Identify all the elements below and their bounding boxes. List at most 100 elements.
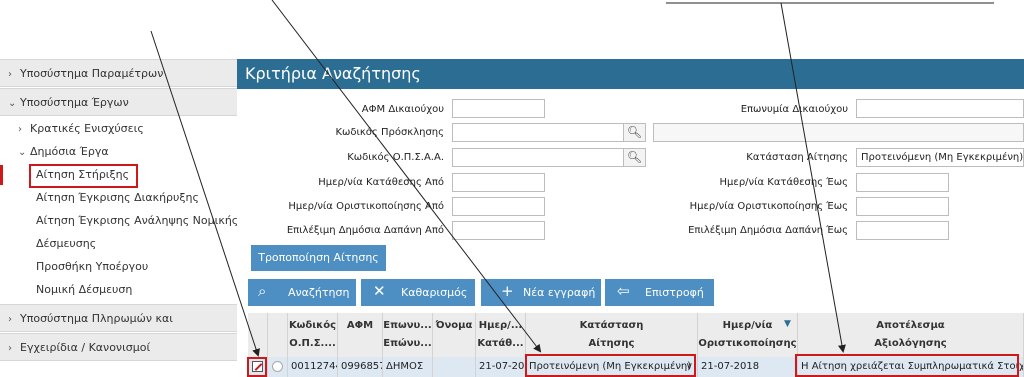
submit-date-from-input[interactable]	[452, 173, 545, 192]
table-header-select	[268, 313, 288, 357]
highlight-box	[29, 164, 138, 188]
row-select-cell[interactable]	[268, 357, 288, 377]
sidebar-item-label: Εγχειρίδια / Κανονισμοί	[20, 341, 151, 354]
search-button-label: Αναζήτηση	[288, 286, 350, 299]
chevron-right-icon: ›	[18, 124, 22, 135]
chevron-down-icon: ⌄	[18, 147, 27, 158]
header-line-2: Ο.Π.Σ....	[289, 338, 336, 349]
status-select[interactable]: Προτεινόμενη (Μη Εγκεκριμένη)	[856, 148, 1024, 167]
sidebar-item-label: Νομική Δέσμευση	[36, 283, 133, 296]
table-header-result[interactable]: Αποτέλεσμα Αξιολόγησης	[798, 313, 1024, 357]
highlight-box	[247, 357, 267, 377]
submit-date-from-label: Ημερ/νία Κατάθεσης Από	[318, 177, 444, 188]
beneficiary-name-input[interactable]	[856, 99, 1024, 118]
header-line-1: ΑΦΜ	[346, 320, 374, 331]
new-record-button-label: Νέα εγγραφή	[523, 286, 596, 299]
highlight-box	[525, 354, 696, 377]
eligible-spend-from-input[interactable]	[452, 221, 545, 240]
table-header-name[interactable]: Όνομα	[433, 313, 476, 357]
sidebar-item-public-works[interactable]: ⌄ Δημόσια Έργα	[0, 140, 237, 163]
sidebar-item-label: Δημόσια Έργα	[30, 145, 109, 158]
final-date-from-label: Ημερ/νία Οριστικοποίησης Από	[288, 201, 444, 212]
sidebar-item-label: Δέσμευσης	[36, 237, 97, 250]
header-line-2: Αξιολόγησης	[874, 338, 947, 349]
chevron-right-icon: ›	[8, 343, 12, 354]
sidebar-item-state-aid[interactable]: › Κρατικές Ενισχύσεις	[0, 117, 237, 140]
call-code-label: Κωδικός Πρόσκλησης	[335, 127, 444, 138]
call-code-input[interactable]	[452, 123, 624, 142]
table-header-code[interactable]: Κωδικός Ο.Π.Σ....	[288, 313, 338, 357]
table-header-status[interactable]: Κατάσταση Αίτησης	[526, 313, 698, 357]
header-line-2: Αίτησης	[588, 338, 635, 349]
header-line-1: Ημερ/νία	[722, 320, 773, 331]
header-line-1: Επωνυ...	[383, 320, 432, 331]
back-button-label: Επιστροφή	[645, 286, 704, 299]
cell-code: 00112744	[288, 357, 338, 377]
plus-icon: +	[501, 282, 514, 300]
call-name-readonly	[653, 123, 1024, 142]
beneficiary-name-label: Επωνυμία Δικαιούχου	[740, 104, 848, 115]
header-line-1: Κατάσταση	[579, 320, 644, 331]
header-line-1: Ημερ/...	[478, 320, 523, 331]
cell-afm: 09968571	[338, 357, 383, 377]
eligible-spend-to-input[interactable]	[856, 221, 949, 240]
sidebar-item-legal-commitment-approval[interactable]: Αίτηση Έγκρισης Ανάληψης Νομικής	[0, 209, 237, 232]
search-icon: 🔍︎	[626, 125, 643, 139]
new-record-button[interactable]: + Νέα εγγραφή	[481, 279, 601, 306]
eligible-spend-to-label: Επιλέξιμη Δημόσια Δαπάνη Έως	[688, 225, 848, 236]
search-icon: ⌕	[258, 282, 267, 300]
search-button[interactable]: ⌕ Αναζήτηση	[248, 279, 356, 306]
final-date-to-label: Ημερ/νία Οριστικοποίησης Έως	[689, 201, 848, 212]
sidebar-item-label: Κρατικές Ενισχύσεις	[30, 122, 144, 135]
table-header-final-date[interactable]: Ημερ/νία Οριστικοποίησης ▼	[698, 313, 798, 357]
sidebar-item-projects[interactable]: ⌄ Υποσύστημα Έργων	[0, 88, 237, 116]
opsaa-code-input[interactable]	[452, 148, 624, 167]
header-line-1: Όνομα	[435, 320, 473, 331]
table-header-submit-date[interactable]: Ημερ/... Κατάθ...	[476, 313, 526, 357]
sidebar-item-manuals[interactable]: › Εγχειρίδια / Κανονισμοί	[0, 333, 237, 361]
cell-submit-date: 21-07-2018	[476, 357, 526, 377]
sidebar-item-add-subproject[interactable]: Προσθήκη Υποέργου	[0, 255, 237, 278]
active-marker	[0, 165, 3, 185]
header-line-2: Επώνυ...	[383, 338, 432, 349]
afm-label: ΑΦΜ Δικαιούχου	[361, 104, 444, 115]
sidebar-item-parameters[interactable]: › Υποσύστημα Παραμέτρων	[0, 59, 237, 87]
sidebar-item-payments[interactable]: › Υποσύστημα Πληρωμών και	[0, 304, 237, 332]
final-date-from-input[interactable]	[452, 197, 545, 216]
clear-button-label: Καθαρισμός	[401, 286, 468, 299]
clear-button[interactable]: ✕ Καθαρισμός	[361, 279, 475, 306]
sort-desc-icon: ▼	[784, 319, 791, 329]
modify-application-button[interactable]: Τροποποίηση Αίτησης	[251, 245, 386, 271]
table-header-surname[interactable]: Επωνυ... Επώνυ...	[383, 313, 433, 357]
sidebar-item-label: Υποσύστημα Έργων	[20, 96, 129, 109]
chevron-right-icon: ›	[8, 69, 12, 80]
final-date-to-input[interactable]	[856, 197, 949, 216]
eligible-spend-from-label: Επιλέξιμη Δημόσια Δαπάνη Από	[286, 225, 444, 236]
close-icon: ✕	[373, 282, 386, 300]
chevron-right-icon: ›	[8, 314, 12, 325]
header-line-2: Οριστικοποίησης	[698, 338, 797, 349]
table-header-edit	[248, 313, 268, 357]
sidebar-item-label: Αίτηση Έγκρισης Διακήρυξης	[36, 191, 199, 204]
header-line-1: Κωδικός	[288, 320, 337, 331]
call-code-search-button[interactable]: 🔍︎	[624, 123, 646, 142]
back-button[interactable]: ⇦ Επιστροφή	[605, 279, 714, 306]
sidebar-item-commitment[interactable]: Δέσμευσης	[0, 232, 237, 255]
cell-final-date: 21-07-2018	[698, 357, 798, 377]
chevron-down-icon: ⌄	[8, 98, 17, 109]
page-title: Κριτήρια Αναζήτησης	[237, 59, 1024, 89]
row-radio[interactable]	[272, 361, 283, 372]
cell-surname: ΔΗΜΟΣ	[383, 357, 433, 377]
table-header-afm[interactable]: ΑΦΜ	[338, 313, 383, 357]
cell-name	[433, 357, 476, 377]
sidebar-item-label: Προσθήκη Υποέργου	[36, 260, 149, 273]
submit-date-to-input[interactable]	[856, 173, 949, 192]
status-label: Κατάσταση Αίτησης	[746, 152, 848, 163]
back-arrow-icon: ⇦	[617, 282, 630, 300]
header-line-2: Κατάθ...	[477, 338, 524, 349]
submit-date-to-label: Ημερ/νία Κατάθεσης Έως	[719, 177, 848, 188]
sidebar-item-tender-approval[interactable]: Αίτηση Έγκρισης Διακήρυξης	[0, 186, 237, 209]
header-line-1: Αποτέλεσμα	[876, 320, 945, 331]
afm-input[interactable]	[452, 99, 545, 118]
sidebar-item-legal-commitment[interactable]: Νομική Δέσμευση	[0, 278, 237, 301]
